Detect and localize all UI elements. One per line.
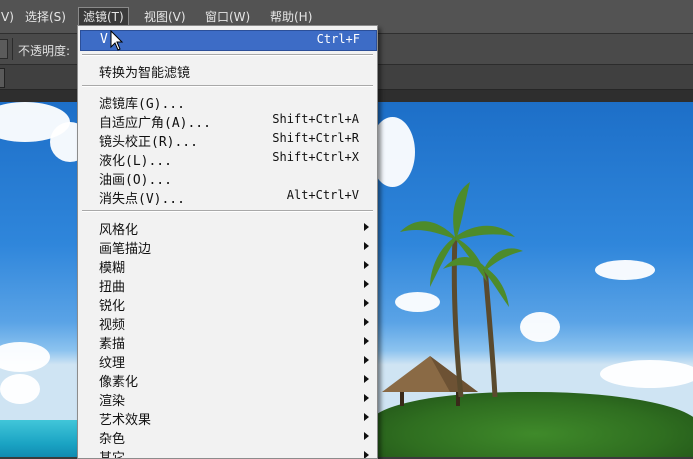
menu-item-shortcut: Shift+Ctrl+A bbox=[272, 112, 359, 126]
menu-separator bbox=[82, 210, 373, 212]
menu-item-shortcut: Shift+Ctrl+R bbox=[272, 131, 359, 145]
menu-item-sketch[interactable]: 素描 bbox=[80, 332, 375, 352]
menu-item-label: 扭曲 bbox=[99, 280, 126, 295]
cloud bbox=[0, 342, 50, 372]
menu-separator bbox=[82, 85, 373, 87]
menu-item-label: 像素化 bbox=[99, 375, 139, 390]
menu-item-label: 其它 bbox=[99, 451, 126, 459]
tool-preset-button[interactable] bbox=[0, 39, 8, 59]
menu-item-oil-paint[interactable]: 油画(O)... bbox=[80, 168, 375, 188]
menu-item-label: 镜头校正(R)... bbox=[99, 135, 198, 150]
cloud bbox=[520, 312, 560, 342]
cloud bbox=[0, 374, 40, 404]
submenu-arrow-icon bbox=[364, 413, 369, 421]
menu-item-label: 模糊 bbox=[99, 261, 126, 276]
menu-item-other[interactable]: 其它 bbox=[80, 446, 375, 459]
menu-view[interactable]: 视图(V) bbox=[140, 8, 190, 26]
options-divider bbox=[12, 38, 13, 60]
filter-dropdown-menu: V Ctrl+F 转换为智能滤镜 滤镜库(G)... 自适应广角(A)... S… bbox=[77, 25, 378, 459]
menu-help[interactable]: 帮助(H) bbox=[266, 8, 316, 26]
menu-item-label: 艺术效果 bbox=[99, 413, 152, 428]
menu-item-label: 消失点(V)... bbox=[99, 192, 185, 207]
menu-item-texture[interactable]: 纹理 bbox=[80, 351, 375, 371]
menu-item-label: 素描 bbox=[99, 337, 126, 352]
menu-item-liquify[interactable]: 液化(L)... Shift+Ctrl+X bbox=[80, 149, 375, 169]
opacity-label: 不透明度: bbox=[18, 44, 71, 58]
menu-item-label: 杂色 bbox=[99, 432, 126, 447]
menu-item-label: 纹理 bbox=[99, 356, 126, 371]
document-tab[interactable] bbox=[0, 68, 5, 88]
menu-item-label: 渲染 bbox=[99, 394, 126, 409]
menu-edit-partial[interactable]: V) bbox=[0, 8, 18, 26]
menu-item-video[interactable]: 视频 bbox=[80, 313, 375, 333]
menu-item-filter-gallery[interactable]: 滤镜库(G)... bbox=[80, 92, 375, 112]
menu-item-brush-strokes[interactable]: 画笔描边 bbox=[80, 237, 375, 257]
menu-item-label: 液化(L)... bbox=[99, 154, 172, 169]
menu-item-vanishing-point[interactable]: 消失点(V)... Alt+Ctrl+V bbox=[80, 187, 375, 207]
palm-trees bbox=[400, 182, 523, 397]
menu-item-sharpen[interactable]: 锐化 bbox=[80, 294, 375, 314]
menu-item-render[interactable]: 渲染 bbox=[80, 389, 375, 409]
cloud bbox=[595, 260, 655, 280]
menu-item-shortcut: Ctrl+F bbox=[316, 32, 360, 46]
mouse-cursor-icon bbox=[110, 30, 124, 51]
menu-item-artistic[interactable]: 艺术效果 bbox=[80, 408, 375, 428]
menu-item-label: 滤镜库(G)... bbox=[99, 97, 185, 112]
menu-item-noise[interactable]: 杂色 bbox=[80, 427, 375, 447]
submenu-arrow-icon bbox=[364, 394, 369, 402]
menu-item-distort[interactable]: 扭曲 bbox=[80, 275, 375, 295]
submenu-arrow-icon bbox=[364, 432, 369, 440]
submenu-arrow-icon bbox=[364, 375, 369, 383]
menu-item-pixelate[interactable]: 像素化 bbox=[80, 370, 375, 390]
menu-item-convert-smart-filter[interactable]: 转换为智能滤镜 bbox=[80, 61, 375, 81]
menu-item-stylize[interactable]: 风格化 bbox=[80, 218, 375, 238]
menu-item-label: 视频 bbox=[99, 318, 126, 333]
submenu-arrow-icon bbox=[364, 451, 369, 458]
menu-select[interactable]: 选择(S) bbox=[21, 8, 70, 26]
menu-item-label: 自适应广角(A)... bbox=[99, 116, 211, 131]
submenu-arrow-icon bbox=[364, 337, 369, 345]
menu-item-label: 画笔描边 bbox=[99, 242, 152, 257]
submenu-arrow-icon bbox=[364, 318, 369, 326]
menu-item-label: 锐化 bbox=[99, 299, 126, 314]
menu-item-lens-correction[interactable]: 镜头校正(R)... Shift+Ctrl+R bbox=[80, 130, 375, 150]
submenu-arrow-icon bbox=[364, 299, 369, 307]
cloud bbox=[600, 360, 693, 388]
submenu-arrow-icon bbox=[364, 223, 369, 231]
menu-item-label: 转换为智能滤镜 bbox=[99, 66, 191, 81]
menu-item-shortcut: Alt+Ctrl+V bbox=[286, 188, 359, 202]
menu-item-label: 油画(O)... bbox=[99, 173, 172, 188]
menu-item-shortcut: Shift+Ctrl+X bbox=[272, 150, 359, 164]
submenu-arrow-icon bbox=[364, 261, 369, 269]
menu-item-label: 风格化 bbox=[99, 223, 139, 238]
menu-item-adaptive-wide-angle[interactable]: 自适应广角(A)... Shift+Ctrl+A bbox=[80, 111, 375, 131]
menu-item-last-filter[interactable]: V Ctrl+F bbox=[80, 30, 377, 51]
menu-separator bbox=[82, 54, 373, 56]
menu-item-label: V bbox=[100, 32, 108, 47]
menu-window[interactable]: 窗口(W) bbox=[201, 8, 254, 26]
submenu-arrow-icon bbox=[364, 356, 369, 364]
menu-item-blur[interactable]: 模糊 bbox=[80, 256, 375, 276]
submenu-arrow-icon bbox=[364, 280, 369, 288]
submenu-arrow-icon bbox=[364, 242, 369, 250]
menu-filter[interactable]: 滤镜(T) bbox=[78, 7, 129, 27]
